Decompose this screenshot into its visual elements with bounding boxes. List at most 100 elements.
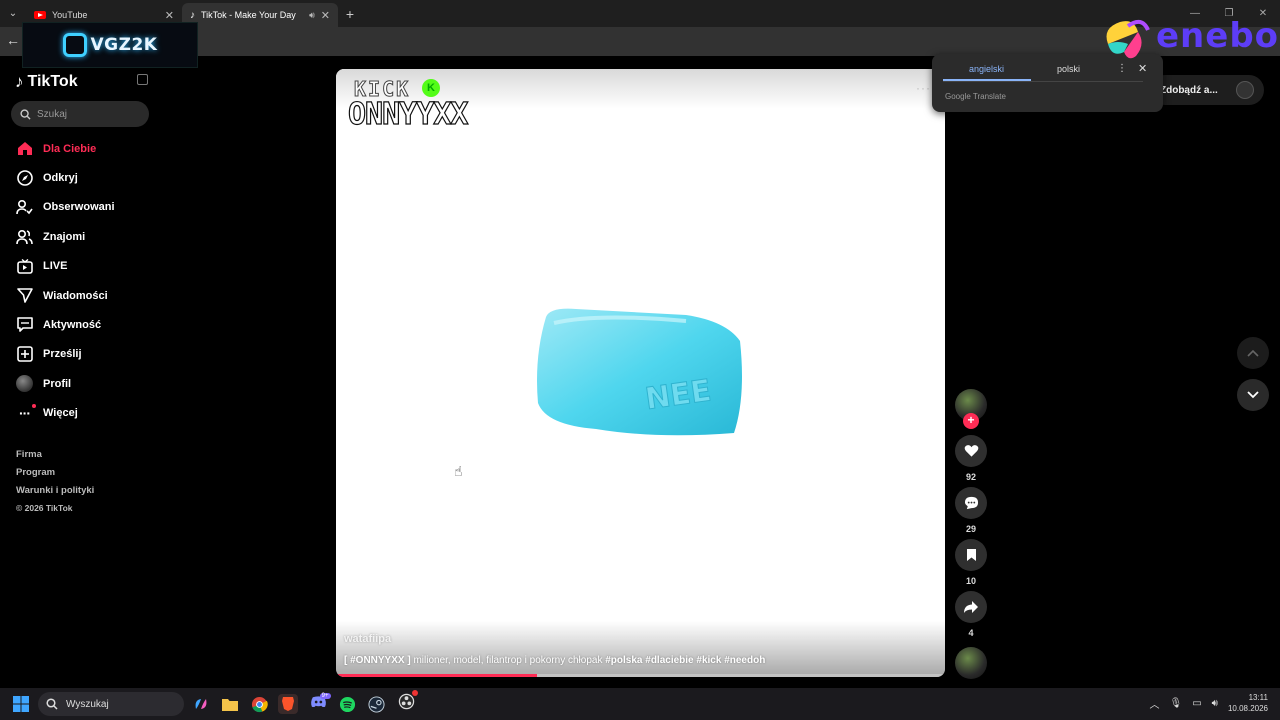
search-input[interactable] <box>37 108 137 120</box>
spotify-icon[interactable] <box>337 694 357 714</box>
upload-icon <box>16 346 33 363</box>
sidebar-item-more[interactable]: ··· Więcej <box>0 399 160 428</box>
brave-browser-icon[interactable] <box>278 694 298 714</box>
sidebar-item-label: Wiadomości <box>43 289 108 302</box>
tiktok-logo[interactable]: ♪ TikTok <box>15 72 78 92</box>
video-more-options-icon[interactable]: ··· <box>916 81 931 95</box>
profile-avatar <box>16 375 33 393</box>
sidebar-item-following[interactable]: Obserwowani <box>0 193 160 222</box>
sidebar-item-label: Obserwowani <box>43 201 115 214</box>
sidebar-item-activity[interactable]: Aktywność <box>0 310 160 339</box>
sidebar-item-profile[interactable]: Profil <box>0 369 160 398</box>
taskbar-search-input[interactable] <box>66 698 166 710</box>
share-count: 4 <box>968 628 974 638</box>
steam-icon[interactable] <box>366 694 386 714</box>
copyright: © 2026 TikTok <box>16 503 73 513</box>
tab-close-icon[interactable]: ✕ <box>165 9 174 22</box>
youtube-icon <box>34 11 46 19</box>
sidebar-item-label: Dla Ciebie <box>43 142 97 155</box>
like-button[interactable] <box>955 435 987 467</box>
tab-label: YouTube <box>52 10 88 20</box>
clock-time: 13:11 <box>1248 693 1268 702</box>
video-bottom-gradient <box>336 621 945 677</box>
share-button[interactable] <box>955 591 987 623</box>
back-arrow-icon[interactable]: ← <box>6 32 20 48</box>
like-count: 92 <box>965 472 976 482</box>
get-app-button[interactable]: Zdobądź a... <box>1150 75 1264 105</box>
previous-video-button[interactable] <box>1237 337 1269 369</box>
save-button[interactable] <box>955 539 987 571</box>
video-progress-fill <box>336 674 537 677</box>
footer-link-company[interactable]: Firma <box>16 449 94 467</box>
new-tab-button[interactable]: + <box>338 3 362 27</box>
save-count: 10 <box>965 576 976 586</box>
activity-icon <box>16 317 33 334</box>
search-icon <box>20 108 31 120</box>
sidebar-item-friends[interactable]: Znajomi <box>0 222 160 251</box>
sidebar-item-explore[interactable]: Odkryj <box>0 163 160 192</box>
translate-divider <box>943 81 1143 82</box>
tiktok-brand-text: TikTok <box>27 73 78 90</box>
enebo-logo-text: enebo <box>1156 16 1280 56</box>
clock[interactable]: 13:11 10.08.2026 <box>1228 692 1268 714</box>
tab-close-icon[interactable]: ✕ <box>321 9 330 22</box>
caption-tag[interactable]: [ #ONNYYXX ] <box>344 655 411 666</box>
tab-label: TikTok - Make Your Day <box>201 10 296 20</box>
get-app-label: Zdobądź a... <box>1160 84 1218 96</box>
share-arrow-icon <box>964 601 978 613</box>
sidebar-item-label: Odkryj <box>43 172 78 185</box>
next-video-button[interactable] <box>1237 379 1269 411</box>
caption-hashtags[interactable]: #polska #dlaciebie #kick #needoh <box>605 655 765 666</box>
sidebar-item-label: LIVE <box>43 260 68 273</box>
sidebar-item-label: Znajomi <box>43 230 86 243</box>
user-avatar[interactable] <box>1236 81 1254 99</box>
sidebar-item-live[interactable]: LIVE <box>0 252 160 281</box>
search-bar[interactable] <box>11 101 149 127</box>
microphone-icon[interactable]: 🎙︎ <box>1169 698 1182 709</box>
vgz2k-logo-text: VGZ2K <box>90 35 158 55</box>
sidebar: ♪ TikTok Dla Ciebie Odkryj Obserwowani <box>0 56 160 686</box>
collapse-sidebar-icon[interactable] <box>137 74 148 85</box>
comment-button[interactable] <box>955 487 987 519</box>
video-author[interactable]: watafiipa <box>344 633 391 645</box>
sidebar-item-upload[interactable]: Prześlij <box>0 340 160 369</box>
volume-icon[interactable]: 🔊︎ <box>1212 698 1218 709</box>
caption-text: milioner, model, filantrop i pokorny chł… <box>410 655 606 666</box>
friends-icon <box>16 228 33 245</box>
chevron-up-icon <box>1247 349 1259 357</box>
discord-icon[interactable]: 9+ <box>308 692 331 714</box>
windows-start-icon[interactable] <box>11 694 31 714</box>
translate-tab-indicator <box>943 79 1031 81</box>
speaker-icon[interactable]: 🔊︎ <box>309 10 315 21</box>
translate-tab-target[interactable]: polski <box>1057 64 1080 74</box>
sidebar-item-label: Prześlij <box>43 348 82 361</box>
footer-link-terms[interactable]: Warunki i polityki <box>16 485 94 503</box>
copilot-icon[interactable] <box>191 694 211 714</box>
search-icon <box>46 698 58 710</box>
file-explorer-icon[interactable] <box>220 694 240 714</box>
sidebar-item-label: Aktywność <box>43 319 102 332</box>
tab-tiktok[interactable]: ♪ TikTok - Make Your Day 🔊︎ ✕ <box>182 3 338 27</box>
sidebar-footer: Firma Program Warunki i polityki © 2026 … <box>16 449 94 521</box>
footer-link-program[interactable]: Program <box>16 467 94 485</box>
taskbar-search[interactable] <box>38 692 184 716</box>
more-icon: ··· <box>16 403 36 422</box>
comment-icon <box>964 496 978 510</box>
compass-icon <box>16 170 33 187</box>
heart-icon <box>964 445 978 457</box>
sidebar-item-for-you[interactable]: Dla Ciebie <box>0 134 160 163</box>
follow-plus-icon[interactable]: + <box>963 413 979 429</box>
obs-icon[interactable] <box>396 690 418 714</box>
video-player[interactable]: KICK K ONNYYXX ··· NEE watafiipa [ #ONNY… <box>336 69 945 677</box>
hand-cursor-icon: ☝︎ <box>454 463 463 479</box>
tiktok-icon: ♪ <box>190 9 195 21</box>
network-icon[interactable]: ▭ <box>1192 698 1201 709</box>
chrome-icon[interactable] <box>249 694 269 714</box>
system-tray: ︿ 🎙︎ ▭ 🔊︎ 13:11 10.08.2026 <box>1149 692 1268 714</box>
translate-tab-source[interactable]: angielski <box>969 64 1004 74</box>
tiktok-note-icon: ♪ <box>15 72 24 91</box>
music-disc-avatar[interactable] <box>955 647 987 679</box>
sidebar-item-label: Profil <box>43 377 72 390</box>
sidebar-item-messages[interactable]: Wiadomości <box>0 281 160 310</box>
tray-expand-icon[interactable]: ︿ <box>1149 696 1159 711</box>
